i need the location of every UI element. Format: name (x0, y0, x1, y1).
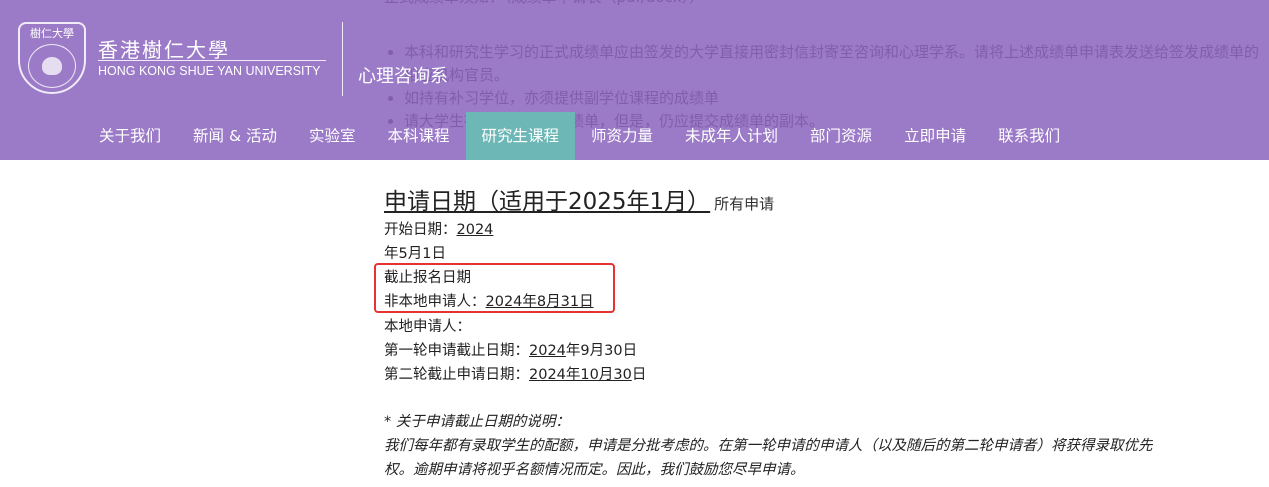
list-item: 如持有补习学位，亦须提供副学位课程的成绩单 (404, 87, 1264, 110)
start-date-row: 开始日期：2024 (384, 218, 493, 239)
nav-item-about[interactable]: 关于我们 (83, 112, 177, 160)
transcript-notice: 正式成绩单须知：（成绩单申请表（pdf/docx）） (384, 0, 704, 9)
start-date-rest: 年5月1日 (384, 246, 446, 262)
seal-emblem-icon (42, 57, 62, 75)
nav-item-labs[interactable]: 实验室 (293, 112, 372, 160)
round1-date-rest: 年9月30日 (565, 343, 638, 359)
application-dates-heading: 申请日期（适用于2025年1月） 所有申请 (384, 182, 774, 216)
page-title: 申请日期（适用于2025年1月） (384, 189, 711, 215)
university-name-cn[interactable]: 香港樹仁大學 (98, 34, 230, 63)
deadline-note-title: * 关于申请截止日期的说明： (384, 414, 570, 430)
nav-item-contact[interactable]: 联系我们 (982, 112, 1076, 160)
start-date-label: 开始日期： (384, 222, 457, 238)
logo-divider (98, 60, 326, 61)
page-title-suffix: 所有申请 (714, 195, 775, 213)
deadline-note-line1: 我们每年都有录取学生的配额，申请是分批考虑的。在第一轮申请的申请人（以及随后的第… (384, 438, 1153, 454)
round2-date-link[interactable]: 2024年10月30 (529, 367, 632, 383)
nav-item-undergraduate[interactable]: 本科课程 (371, 112, 465, 160)
nav-item-news-events[interactable]: 新闻 & 活动 (177, 112, 293, 160)
header-divider (342, 22, 343, 96)
nav-item-youth-program[interactable]: 未成年人计划 (669, 112, 794, 160)
nav-item-apply-now[interactable]: 立即申请 (888, 112, 982, 160)
university-name-en[interactable]: HONG KONG SHUE YAN UNIVERSITY (98, 64, 321, 78)
site-header: 正式成绩单须知：（成绩单申请表（pdf/docx）） 本科和研究生学习的正式成绩… (0, 0, 1269, 160)
round2-date-rest: 日 (631, 367, 647, 383)
nav-item-resources[interactable]: 部门资源 (794, 112, 888, 160)
university-seal-logo[interactable]: 樹仁大學 (18, 22, 86, 94)
round1-row: 第一轮申请截止日期：2024年9月30日 (384, 339, 637, 360)
round2-label: 第二轮截止申请日期： (384, 367, 529, 383)
round2-row: 第二轮截止申请日期：2024年10月30日 (384, 363, 646, 384)
list-item: 本科和研究生学习的正式成绩单应由签发的大学直接用密封信封寄至咨询和心理学系。请将… (404, 41, 1264, 87)
local-applicant-label: 本地申请人： (384, 319, 471, 335)
deadline-note-line2: 权。逾期申请将视乎名额情况而定。因此，我们鼓励您尽早申请。 (384, 462, 805, 478)
main-nav: 关于我们 新闻 & 活动 实验室 本科课程 研究生课程 师资力量 未成年人计划 … (83, 112, 1076, 160)
seal-text: 樹仁大學 (30, 27, 74, 40)
nav-item-faculty[interactable]: 师资力量 (575, 112, 669, 160)
start-date-link[interactable]: 2024 (457, 222, 494, 238)
round1-label: 第一轮申请截止日期： (384, 343, 529, 359)
round1-date-link[interactable]: 2024 (529, 343, 566, 359)
department-name[interactable]: 心理咨询系 (358, 62, 448, 88)
nav-item-postgraduate[interactable]: 研究生课程 (465, 112, 576, 160)
highlight-annotation-box (374, 263, 615, 313)
